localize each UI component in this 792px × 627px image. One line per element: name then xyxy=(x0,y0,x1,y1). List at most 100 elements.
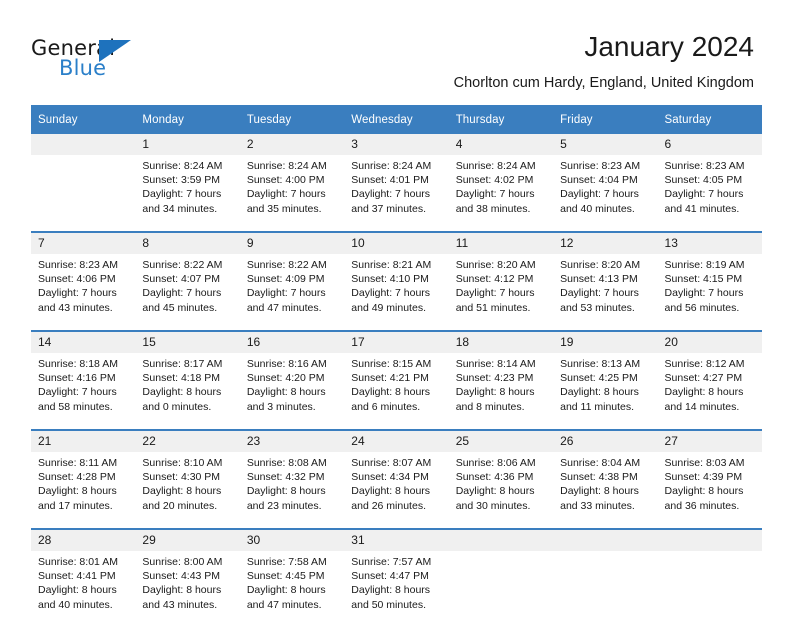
daylight-text-line1: Daylight: 8 hours xyxy=(664,485,744,498)
calendar-day-cell[interactable]: 18 Sunrise: 8:14 AM Sunset: 4:23 PM Dayligh… xyxy=(448,332,554,429)
sunset-text: Sunset: 4:21 PM xyxy=(351,372,429,385)
brand-logo[interactable]: General Blue xyxy=(31,36,211,84)
calendar-day-cell[interactable]: 24 Sunrise: 8:07 AM Sunset: 4:34 PM Dayligh… xyxy=(344,431,449,528)
day-details: Sunrise: 7:58 AM Sunset: 4:45 PM Daylight:… xyxy=(240,551,344,627)
day-number: 19 xyxy=(553,332,658,353)
calendar-day-cell[interactable]: 10 Sunrise: 8:21 AM Sunset: 4:10 PM Dayligh… xyxy=(344,233,449,330)
daylight-text-line1: Daylight: 8 hours xyxy=(351,386,431,399)
day-details: Sunrise: 8:24 AM Sunset: 3:59 PM Daylight:… xyxy=(135,155,239,231)
daylight-text-line1: Daylight: 7 hours xyxy=(142,287,222,300)
daylight-text-line1: Daylight: 8 hours xyxy=(560,485,639,498)
calendar-day-cell[interactable]: 15 Sunrise: 8:17 AM Sunset: 4:18 PM Dayligh… xyxy=(135,332,240,429)
calendar-day-cell[interactable]: 26 Sunrise: 8:04 AM Sunset: 4:38 PM Dayligh… xyxy=(553,431,658,528)
day-details: Sunrise: 8:15 AM Sunset: 4:21 PM Daylight:… xyxy=(344,353,448,429)
day-details: Sunrise: 8:17 AM Sunset: 4:18 PM Daylight:… xyxy=(135,353,239,429)
calendar-week-row: 21 Sunrise: 8:11 AM Sunset: 4:28 PM Dayligh… xyxy=(31,431,762,528)
weekday-header-wednesday: Wednesday xyxy=(344,105,449,134)
daylight-text-line1: Daylight: 8 hours xyxy=(246,485,326,498)
day-details: Sunrise: 8:11 AM Sunset: 4:28 PM Daylight:… xyxy=(31,452,135,528)
sunset-text: Sunset: 4:23 PM xyxy=(455,372,534,385)
sunrise-text: Sunrise: 8:21 AM xyxy=(351,259,432,271)
daylight-text-line1: Daylight: 8 hours xyxy=(246,584,326,597)
calendar-day-cell[interactable]: 11 Sunrise: 8:20 AM Sunset: 4:12 PM Dayligh… xyxy=(448,233,554,330)
sunrise-text: Sunrise: 8:18 AM xyxy=(38,358,118,370)
calendar-day-cell[interactable]: 25 Sunrise: 8:06 AM Sunset: 4:36 PM Dayligh… xyxy=(448,431,554,528)
daylight-text-line2: and 8 minutes. xyxy=(455,400,525,413)
sunset-text: Sunset: 4:04 PM xyxy=(560,174,638,187)
calendar-day-cell[interactable]: 20 Sunrise: 8:12 AM Sunset: 4:27 PM Dayligh… xyxy=(657,332,762,429)
calendar-cell-empty xyxy=(657,530,762,627)
calendar-day-cell[interactable]: 1 Sunrise: 8:24 AM Sunset: 3:59 PM Daylight… xyxy=(135,134,240,231)
sunset-text: Sunset: 4:18 PM xyxy=(142,372,221,385)
calendar-day-cell[interactable]: 14 Sunrise: 8:18 AM Sunset: 4:16 PM Dayligh… xyxy=(31,332,136,429)
day-number: 23 xyxy=(239,431,345,452)
calendar-day-cell[interactable]: 2 Sunrise: 8:24 AM Sunset: 4:00 PM Daylight… xyxy=(239,134,345,231)
sunset-text: Sunset: 4:09 PM xyxy=(246,273,325,286)
calendar-day-cell[interactable]: 23 Sunrise: 8:08 AM Sunset: 4:32 PM Dayligh… xyxy=(239,431,345,528)
daylight-text-line2: and 43 minutes. xyxy=(142,598,218,611)
calendar-day-cell[interactable]: 19 Sunrise: 8:13 AM Sunset: 4:25 PM Dayligh… xyxy=(553,332,658,429)
sunset-text: Sunset: 4:02 PM xyxy=(455,174,534,187)
day-details: Sunrise: 8:16 AM Sunset: 4:20 PM Daylight:… xyxy=(240,353,344,429)
day-number: 7 xyxy=(31,233,136,254)
sunrise-text: Sunrise: 8:23 AM xyxy=(560,160,641,172)
day-details: Sunrise: 8:24 AM Sunset: 4:01 PM Daylight:… xyxy=(344,155,448,231)
sunrise-text: Sunrise: 8:22 AM xyxy=(142,259,223,271)
calendar-day-cell[interactable]: 12 Sunrise: 8:20 AM Sunset: 4:13 PM Dayligh… xyxy=(553,233,658,330)
calendar-day-cell[interactable]: 9 Sunrise: 8:22 AM Sunset: 4:09 PM Daylight… xyxy=(239,233,345,330)
sunset-text: Sunset: 4:07 PM xyxy=(142,273,221,286)
calendar-day-cell[interactable]: 16 Sunrise: 8:16 AM Sunset: 4:20 PM Dayligh… xyxy=(239,332,345,429)
calendar-day-cell[interactable]: 6 Sunrise: 8:23 AM Sunset: 4:05 PM Daylight… xyxy=(657,134,762,231)
day-details: Sunrise: 8:03 AM Sunset: 4:39 PM Daylight:… xyxy=(658,452,762,528)
daylight-text-line2: and 40 minutes. xyxy=(560,202,635,215)
day-number: 17 xyxy=(344,332,449,353)
sunset-text: Sunset: 3:59 PM xyxy=(142,174,221,187)
calendar-day-cell[interactable]: 21 Sunrise: 8:11 AM Sunset: 4:28 PM Dayligh… xyxy=(31,431,136,528)
day-details: Sunrise: 8:22 AM Sunset: 4:09 PM Daylight:… xyxy=(240,254,344,330)
daylight-text-line1: Daylight: 8 hours xyxy=(142,584,222,597)
daylight-text-line2: and 11 minutes. xyxy=(560,400,635,413)
day-number xyxy=(31,134,136,155)
calendar-day-cell[interactable]: 29 Sunrise: 8:00 AM Sunset: 4:43 PM Dayligh… xyxy=(135,530,240,627)
sunset-text: Sunset: 4:00 PM xyxy=(246,174,325,187)
calendar-day-cell[interactable]: 27 Sunrise: 8:03 AM Sunset: 4:39 PM Dayligh… xyxy=(657,431,762,528)
day-number: 6 xyxy=(657,134,762,155)
day-details: Sunrise: 8:10 AM Sunset: 4:30 PM Daylight:… xyxy=(135,452,239,528)
day-details: Sunrise: 7:57 AM Sunset: 4:47 PM Daylight:… xyxy=(344,551,448,627)
daylight-text-line2: and 37 minutes. xyxy=(351,202,426,215)
calendar-day-cell[interactable]: 13 Sunrise: 8:19 AM Sunset: 4:15 PM Dayligh… xyxy=(657,233,762,330)
sunrise-text: Sunrise: 8:24 AM xyxy=(246,160,327,172)
calendar-cell-empty xyxy=(31,134,136,231)
daylight-text-line1: Daylight: 7 hours xyxy=(246,287,326,300)
day-details xyxy=(553,551,657,627)
calendar-day-cell[interactable]: 7 Sunrise: 8:23 AM Sunset: 4:06 PM Daylight… xyxy=(31,233,136,330)
day-details: Sunrise: 8:23 AM Sunset: 4:05 PM Daylight:… xyxy=(658,155,762,231)
day-number: 29 xyxy=(135,530,240,551)
calendar-day-cell[interactable]: 17 Sunrise: 8:15 AM Sunset: 4:21 PM Dayligh… xyxy=(344,332,449,429)
sunrise-text: Sunrise: 8:24 AM xyxy=(351,160,432,172)
day-number: 1 xyxy=(135,134,240,155)
sunset-text: Sunset: 4:32 PM xyxy=(246,471,325,484)
calendar-day-cell[interactable]: 28 Sunrise: 8:01 AM Sunset: 4:41 PM Dayligh… xyxy=(31,530,136,627)
day-details: Sunrise: 8:20 AM Sunset: 4:12 PM Daylight:… xyxy=(449,254,553,330)
sunset-text: Sunset: 4:36 PM xyxy=(455,471,534,484)
calendar-day-cell[interactable]: 31 Sunrise: 7:57 AM Sunset: 4:47 PM Dayligh… xyxy=(344,530,449,627)
calendar-day-cell[interactable]: 4 Sunrise: 8:24 AM Sunset: 4:02 PM Daylight… xyxy=(448,134,554,231)
calendar-day-cell[interactable]: 8 Sunrise: 8:22 AM Sunset: 4:07 PM Daylight… xyxy=(135,233,240,330)
calendar-body: 1 Sunrise: 8:24 AM Sunset: 3:59 PM Daylight… xyxy=(31,134,762,627)
calendar-day-cell[interactable]: 5 Sunrise: 8:23 AM Sunset: 4:04 PM Daylight… xyxy=(553,134,658,231)
calendar-day-cell[interactable]: 30 Sunrise: 7:58 AM Sunset: 4:45 PM Dayligh… xyxy=(239,530,345,627)
day-number: 26 xyxy=(553,431,658,452)
sunrise-text: Sunrise: 8:17 AM xyxy=(142,358,223,370)
page-header: General Blue January 2024 Chorlton cum H… xyxy=(0,0,792,100)
daylight-text-line1: Daylight: 7 hours xyxy=(560,287,639,300)
calendar-day-cell[interactable]: 3 Sunrise: 8:24 AM Sunset: 4:01 PM Daylight… xyxy=(344,134,449,231)
sunrise-text: Sunrise: 8:23 AM xyxy=(664,160,745,172)
sunrise-text: Sunrise: 8:03 AM xyxy=(664,457,745,469)
sunrise-text: Sunrise: 8:04 AM xyxy=(560,457,641,469)
sunset-text: Sunset: 4:05 PM xyxy=(664,174,743,187)
daylight-text-line2: and 43 minutes. xyxy=(38,301,113,314)
sunset-text: Sunset: 4:45 PM xyxy=(246,570,325,583)
day-details: Sunrise: 8:12 AM Sunset: 4:27 PM Daylight:… xyxy=(658,353,762,429)
calendar-day-cell[interactable]: 22 Sunrise: 8:10 AM Sunset: 4:30 PM Dayligh… xyxy=(135,431,240,528)
